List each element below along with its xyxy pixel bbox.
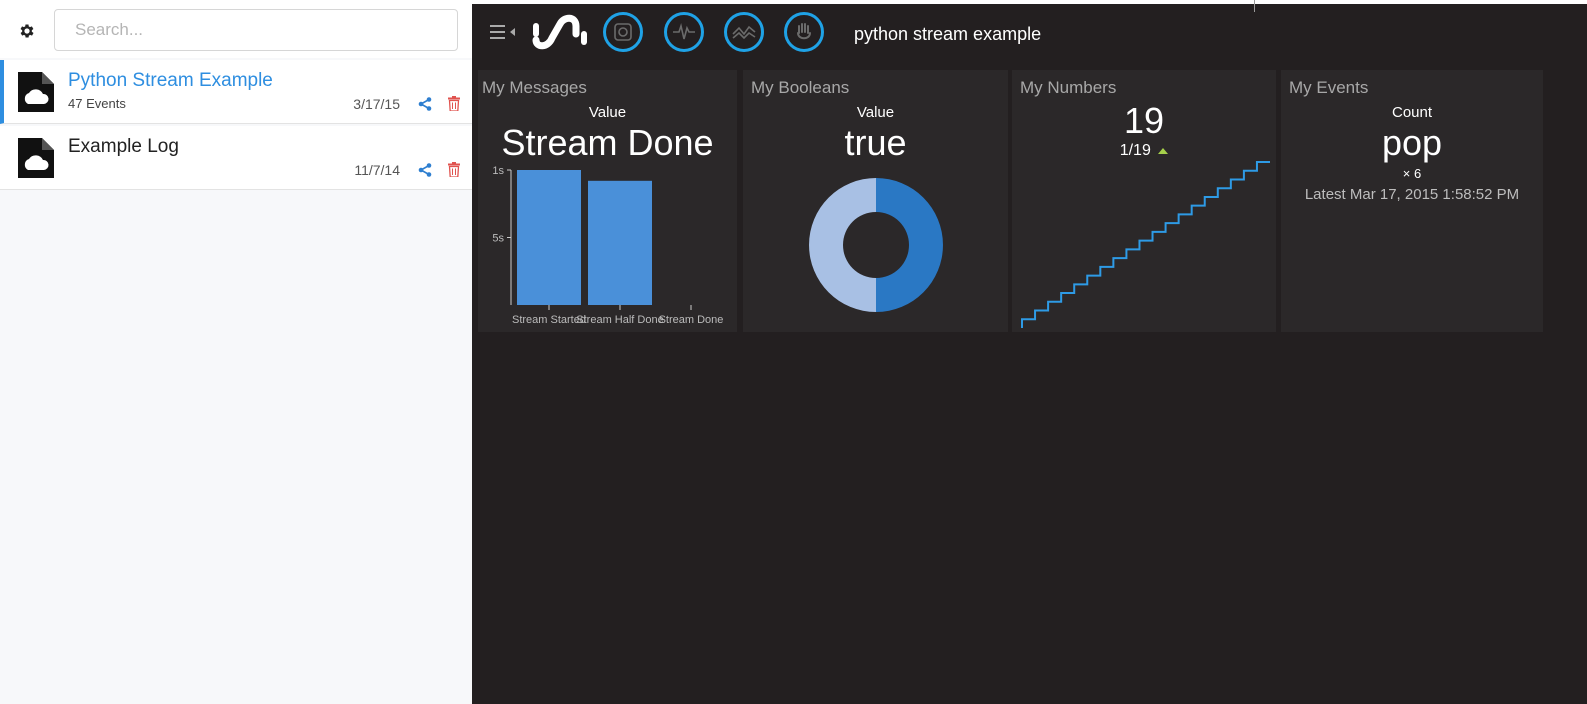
step-line <box>1021 161 1270 328</box>
tile-my-messages: My Messages Value Stream Done 1s 5s Stream… <box>478 70 737 332</box>
tile-value-label: Count <box>1391 104 1433 121</box>
tile-title: My Events <box>1289 78 1369 97</box>
event-latest: Latest Mar 17, 2015 1:58:52 PM <box>1304 186 1520 203</box>
search-input[interactable] <box>54 9 458 51</box>
donut-slice <box>876 178 943 312</box>
stream-name: python stream example <box>854 24 1042 44</box>
hand-button[interactable] <box>784 12 824 52</box>
x-tick-label: Stream Done <box>659 314 724 326</box>
tile-value: pop <box>1381 122 1443 163</box>
tile-my-booleans: My Booleans Value true <box>743 70 1008 332</box>
log-event-count: 47 Events <box>68 96 126 111</box>
log-title: Example Log <box>68 136 179 157</box>
line-chart-icon <box>732 25 756 40</box>
top-divider <box>1254 0 1255 12</box>
x-tick-label: Stream Half Done <box>576 314 663 326</box>
log-item-example-log[interactable]: Example Log 11/7/14 <box>0 126 472 190</box>
hand-icon <box>797 23 811 40</box>
booleans-donut-chart <box>809 178 943 312</box>
menu-toggle-icon[interactable] <box>490 24 518 40</box>
bar <box>517 170 581 305</box>
waveform-icon <box>673 23 695 40</box>
waveform-button[interactable] <box>664 12 704 52</box>
log-document-icon <box>18 138 54 178</box>
top-border <box>472 0 1587 4</box>
trash-icon[interactable] <box>448 162 460 177</box>
event-count: × 6 <box>1402 166 1422 181</box>
bar <box>588 180 652 305</box>
log-document-icon <box>18 72 54 112</box>
numbers-step-chart <box>1021 161 1270 328</box>
y-tick-label: 1s <box>492 165 504 177</box>
messages-bar-chart: 1s 5s Stream StartedStream Half DoneStream… <box>492 165 724 326</box>
gear-icon[interactable] <box>18 22 36 40</box>
sidebar: Python Stream Example 47 Events 3/17/15 … <box>0 0 473 704</box>
share-icon[interactable] <box>418 163 432 177</box>
tile-my-events: My Events Count pop × 6 Latest Mar 17, 2… <box>1281 70 1543 332</box>
log-title: Python Stream Example <box>68 70 273 91</box>
log-item-python-stream-example[interactable]: Python Stream Example 47 Events 3/17/15 <box>0 60 472 124</box>
camera-button[interactable] <box>603 12 643 52</box>
donut-slice <box>809 178 876 312</box>
tile-my-numbers: My Numbers 19 1/19 <box>1012 70 1276 332</box>
log-date: 3/17/15 <box>353 96 400 112</box>
trash-icon[interactable] <box>448 96 460 111</box>
logo-icon[interactable] <box>530 14 590 50</box>
camera-icon <box>614 23 632 41</box>
share-icon[interactable] <box>418 97 432 111</box>
search-row <box>0 0 472 58</box>
y-tick-label: 5s <box>492 233 504 245</box>
x-tick-label: Stream Started <box>512 314 586 326</box>
log-date: 11/7/14 <box>354 162 400 178</box>
line-chart-button[interactable] <box>724 12 764 52</box>
